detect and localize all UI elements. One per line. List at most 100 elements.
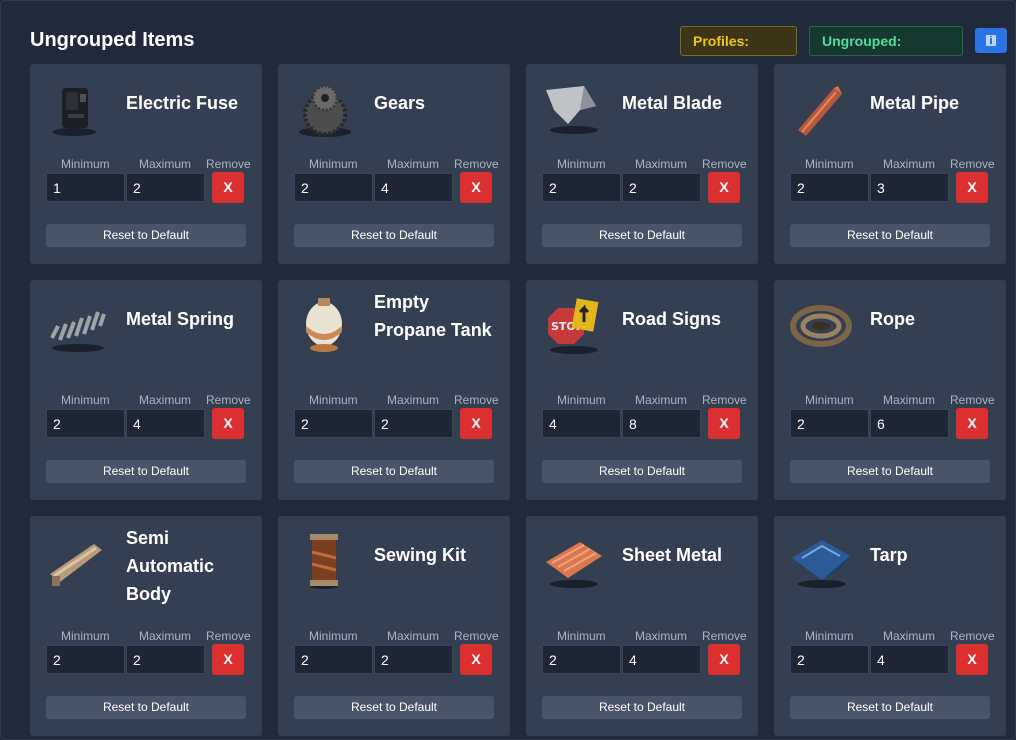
reset-to-default-button[interactable]: Reset to Default — [294, 460, 494, 483]
minimum-label: Minimum — [557, 393, 606, 407]
item-name: Electric Fuse — [126, 93, 239, 113]
item-name: Road Signs — [622, 309, 722, 329]
minimum-input[interactable] — [294, 409, 373, 438]
item-name: Metal Spring — [126, 309, 235, 329]
reset-to-default-button[interactable]: Reset to Default — [46, 224, 246, 247]
remove-button[interactable]: X — [708, 172, 740, 203]
maximum-input[interactable] — [126, 409, 205, 438]
remove-button[interactable]: X — [708, 408, 740, 439]
minimum-label: Minimum — [805, 157, 854, 171]
remove-button[interactable]: X — [956, 172, 988, 203]
reset-to-default-button[interactable]: Reset to Default — [542, 696, 742, 719]
maximum-label: Maximum — [139, 393, 192, 407]
reset-to-default-button[interactable]: Reset to Default — [790, 460, 990, 483]
remove-button[interactable]: X — [212, 172, 244, 203]
minimum-input[interactable] — [790, 645, 869, 674]
minimum-label: Minimum — [805, 393, 854, 407]
minimum-input[interactable] — [542, 409, 621, 438]
maximum-input[interactable] — [622, 173, 701, 202]
sheet-metal-icon — [540, 532, 606, 592]
minimum-label: Minimum — [61, 393, 110, 407]
minimum-label: Minimum — [61, 629, 110, 643]
maximum-input[interactable] — [870, 409, 949, 438]
page-title: Ungrouped Items — [30, 29, 195, 51]
remove-label: Remove — [702, 157, 747, 171]
remove-button[interactable]: X — [460, 644, 492, 675]
maximum-label: Maximum — [883, 629, 936, 643]
minimum-input[interactable] — [790, 173, 869, 202]
remove-button[interactable]: X — [460, 172, 492, 203]
item-name: Metal Blade — [622, 93, 723, 113]
item-name: Rope — [870, 309, 915, 329]
metal-pipe-icon — [788, 80, 854, 140]
item-card-road-signs: STOP Road Signs Minimum Maximum Remove X… — [526, 280, 758, 500]
minimum-label: Minimum — [805, 629, 854, 643]
reset-to-default-button[interactable]: Reset to Default — [46, 460, 246, 483]
maximum-input[interactable] — [622, 409, 701, 438]
item-name: Empty Propane Tank — [374, 292, 492, 340]
maximum-input[interactable] — [126, 173, 205, 202]
maximum-label: Maximum — [635, 393, 688, 407]
maximum-label: Maximum — [883, 393, 936, 407]
electric-fuse-icon — [44, 80, 110, 140]
remove-label: Remove — [950, 157, 995, 171]
remove-label: Remove — [702, 393, 747, 407]
reset-to-default-button[interactable]: Reset to Default — [790, 696, 990, 719]
info-icon — [986, 35, 996, 46]
remove-button[interactable]: X — [212, 644, 244, 675]
minimum-input[interactable] — [294, 645, 373, 674]
maximum-input[interactable] — [374, 173, 453, 202]
maximum-input[interactable] — [126, 645, 205, 674]
minimum-label: Minimum — [309, 157, 358, 171]
remove-button[interactable]: X — [708, 644, 740, 675]
item-card-sewing-kit: Sewing Kit Minimum Maximum Remove X Rese… — [278, 516, 510, 736]
minimum-input[interactable] — [46, 173, 125, 202]
profiles-badge: Profiles: 0.0% — [680, 26, 797, 77]
reset-to-default-button[interactable]: Reset to Default — [294, 224, 494, 247]
sewing-kit-icon — [292, 532, 358, 592]
maximum-input[interactable] — [374, 645, 453, 674]
remove-button[interactable]: X — [460, 408, 492, 439]
remove-button[interactable]: X — [956, 408, 988, 439]
reset-to-default-button[interactable]: Reset to Default — [294, 696, 494, 719]
remove-button[interactable]: X — [956, 644, 988, 675]
remove-button[interactable]: X — [212, 408, 244, 439]
item-card-semi-automatic-body: Semi Automatic Body Minimum Maximum Remo… — [30, 516, 262, 736]
reset-to-default-button[interactable]: Reset to Default — [46, 696, 246, 719]
maximum-label: Maximum — [635, 157, 688, 171]
reset-to-default-button[interactable]: Reset to Default — [542, 460, 742, 483]
maximum-input[interactable] — [870, 173, 949, 202]
ungrouped-items-panel: Ungrouped Items Profiles: 0.0% Ungrouped… — [0, 0, 1016, 740]
minimum-label: Minimum — [61, 157, 110, 171]
item-name: Metal Pipe — [870, 93, 960, 113]
minimum-input[interactable] — [542, 645, 621, 674]
rope-icon — [788, 296, 854, 356]
semi-automatic-body-icon — [44, 532, 110, 592]
minimum-input[interactable] — [46, 409, 125, 438]
remove-label: Remove — [454, 393, 499, 407]
minimum-input[interactable] — [790, 409, 869, 438]
metal-spring-icon — [44, 296, 110, 356]
maximum-input[interactable] — [374, 409, 453, 438]
item-card-empty-propane-tank: Empty Propane Tank Minimum Maximum Remov… — [278, 280, 510, 500]
maximum-input[interactable] — [622, 645, 701, 674]
remove-label: Remove — [206, 393, 251, 407]
remove-label: Remove — [702, 629, 747, 643]
reset-to-default-button[interactable]: Reset to Default — [790, 224, 990, 247]
item-name: Gears — [374, 93, 426, 113]
item-card-rope: Rope Minimum Maximum Remove X Reset to D… — [774, 280, 1006, 500]
minimum-input[interactable] — [46, 645, 125, 674]
reset-to-default-button[interactable]: Reset to Default — [542, 224, 742, 247]
minimum-input[interactable] — [294, 173, 373, 202]
item-card-sheet-metal: Sheet Metal Minimum Maximum Remove X Res… — [526, 516, 758, 736]
remove-label: Remove — [950, 393, 995, 407]
minimum-input[interactable] — [542, 173, 621, 202]
item-card-tarp: Tarp Minimum Maximum Remove X Reset to D… — [774, 516, 1006, 736]
remove-label: Remove — [454, 629, 499, 643]
maximum-label: Maximum — [387, 157, 440, 171]
maximum-label: Maximum — [883, 157, 936, 171]
maximum-input[interactable] — [870, 645, 949, 674]
remove-label: Remove — [206, 629, 251, 643]
info-button[interactable] — [975, 28, 1007, 53]
maximum-label: Maximum — [635, 629, 688, 643]
